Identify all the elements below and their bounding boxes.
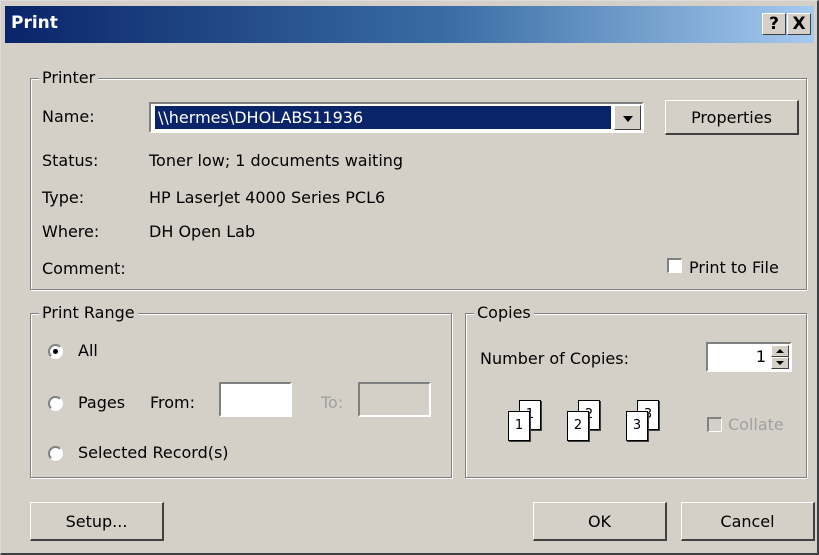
print-range-group-label: Print Range	[39, 303, 138, 322]
print-to-file-label[interactable]: Print to File	[689, 258, 779, 277]
type-value: HP LaserJet 4000 Series PCL6	[149, 188, 386, 207]
to-page-field[interactable]	[358, 382, 431, 417]
cancel-button[interactable]: Cancel	[681, 502, 815, 541]
from-label: From:	[150, 393, 196, 412]
setup-button[interactable]: Setup...	[30, 502, 164, 541]
copies-spinner[interactable]: 1	[706, 342, 792, 372]
copies-group-label: Copies	[474, 303, 534, 322]
number-of-copies-label: Number of Copies:	[480, 349, 629, 368]
copies-value: 1	[755, 347, 766, 366]
status-value: Toner low; 1 documents waiting	[149, 151, 404, 170]
pages-radio[interactable]	[48, 396, 63, 411]
status-label: Status:	[42, 151, 99, 170]
where-label: Where:	[42, 222, 100, 241]
all-label[interactable]: All	[78, 341, 98, 360]
help-button[interactable]: ?	[762, 13, 786, 35]
close-button[interactable]: X	[787, 13, 811, 35]
page-icon-1-front: 1	[508, 411, 530, 441]
printer-group-label: Printer	[39, 68, 99, 87]
dropdown-arrow-icon[interactable]	[614, 105, 641, 130]
printer-name-select[interactable]: \\hermes\DHOLABS11936	[149, 102, 644, 133]
properties-button[interactable]: Properties	[665, 100, 799, 135]
copies-group: Copies	[465, 303, 807, 478]
spin-down-icon[interactable]	[771, 357, 789, 369]
title-bar[interactable]: Print ? X	[5, 6, 814, 43]
page-icon-3-front: 3	[626, 411, 648, 441]
page-icon-2-front: 2	[567, 411, 589, 441]
from-page-field[interactable]	[219, 382, 292, 417]
spin-up-icon[interactable]	[771, 345, 789, 357]
print-to-file-checkbox[interactable]	[667, 258, 682, 273]
where-value: DH Open Lab	[149, 222, 256, 241]
ok-button[interactable]: OK	[533, 502, 667, 541]
close-icon: X	[792, 14, 806, 34]
help-icon: ?	[769, 14, 779, 34]
print-dialog: Print ? X Printer Name: \\hermes\DHOLABS…	[0, 0, 819, 555]
printer-name-value: \\hermes\DHOLABS11936	[155, 106, 611, 129]
pages-label[interactable]: Pages	[78, 393, 125, 412]
type-label: Type:	[42, 188, 85, 207]
comment-label: Comment:	[42, 259, 126, 278]
dialog-title: Print	[11, 13, 58, 33]
selected-records-radio[interactable]	[48, 446, 63, 461]
collate-label[interactable]: Collate	[728, 415, 784, 434]
all-radio[interactable]	[48, 344, 63, 359]
selected-records-label[interactable]: Selected Record(s)	[78, 443, 229, 462]
to-label: To:	[321, 393, 344, 412]
collate-checkbox[interactable]	[707, 417, 722, 432]
name-label: Name:	[42, 107, 95, 126]
